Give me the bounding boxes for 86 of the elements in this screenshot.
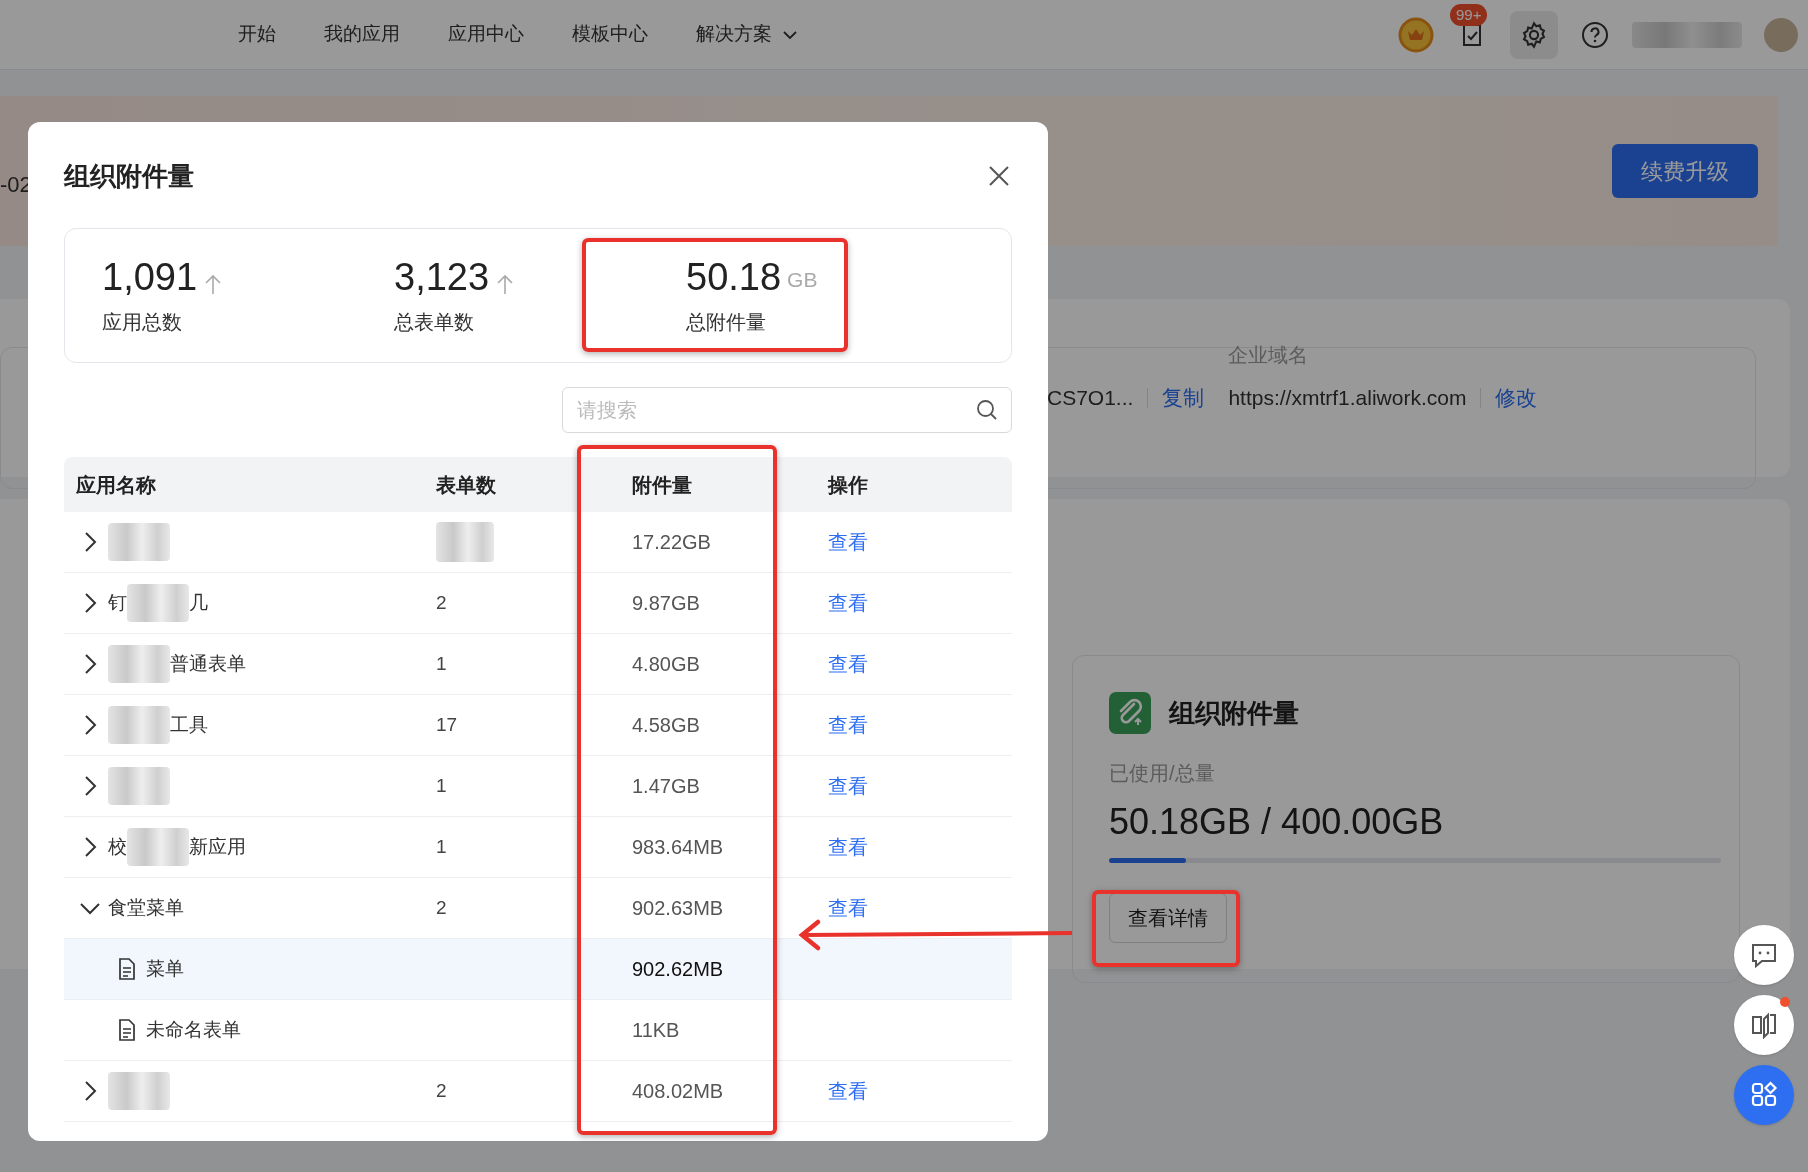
- table-cell: 17: [436, 713, 458, 735]
- table-cell: 4.80GB: [632, 653, 700, 675]
- app-name: 钉: [108, 590, 127, 615]
- paperclip-icon: [1109, 692, 1151, 734]
- nav-item[interactable]: 解决方案: [696, 20, 800, 49]
- domain-text: https://xmtrf1.aliwork.com: [1228, 385, 1467, 411]
- pixelated-redaction: [108, 645, 170, 683]
- column-header: 操作: [826, 472, 869, 498]
- view-details-button[interactable]: 查看详情: [1109, 893, 1227, 943]
- close-icon[interactable]: [988, 165, 1010, 187]
- view-link[interactable]: 查看: [828, 531, 868, 553]
- nav-item[interactable]: 应用中心: [448, 20, 524, 49]
- table-cell: 902.62MB: [632, 958, 724, 980]
- edit-link[interactable]: 修改: [1495, 382, 1538, 414]
- app-name: 食堂菜单: [108, 895, 184, 920]
- pixelated-redaction: [108, 706, 170, 744]
- pixelated-redaction: [127, 584, 189, 622]
- column-header: 附件量: [631, 472, 693, 498]
- card-title: 组织附件量: [1169, 696, 1299, 730]
- app-name: 几: [189, 590, 208, 615]
- chat-icon: [1750, 941, 1778, 969]
- table-cell: 1: [436, 652, 447, 674]
- field-label: 企业域名: [1228, 343, 1310, 368]
- document-icon: [118, 1019, 136, 1041]
- view-link[interactable]: 查看: [828, 653, 868, 675]
- stat-label: 总表单数: [394, 310, 475, 335]
- table-cell: 1.47GB: [632, 775, 700, 797]
- stat-value: 50.18: [686, 255, 782, 299]
- stat-label: 总附件量: [686, 310, 767, 335]
- chat-button[interactable]: [1734, 925, 1794, 985]
- app-name: 校: [108, 834, 127, 859]
- table-cell: 1: [436, 835, 447, 857]
- document-icon: [118, 958, 136, 980]
- app-name: 普通表单: [170, 651, 246, 676]
- search-field[interactable]: 请搜索: [562, 387, 1012, 433]
- gear-icon: [1520, 20, 1548, 49]
- stat-value: 1,091: [102, 255, 198, 299]
- view-link[interactable]: 查看: [828, 836, 868, 858]
- id-value: CS7O1...: [1047, 385, 1134, 411]
- table-cell: 902.63MB: [632, 897, 724, 919]
- stat-unit: GB: [787, 266, 818, 293]
- table-row[interactable]: 菜单 902.62MB: [64, 939, 1012, 1000]
- table-cell: 2: [436, 896, 447, 918]
- table-cell: 1: [436, 774, 447, 796]
- view-link[interactable]: 查看: [828, 897, 868, 919]
- notification-badge: 99+: [1450, 4, 1488, 26]
- view-link[interactable]: 查看: [828, 714, 868, 736]
- pixelated-redaction: [108, 767, 170, 805]
- stat-value: 3,123: [394, 255, 490, 299]
- modal-title: 组织附件量: [64, 159, 194, 193]
- app-name: 新应用: [189, 834, 246, 859]
- apps-icon: [1750, 1081, 1778, 1109]
- pixelated-redaction: [108, 1072, 170, 1110]
- stat-label: 应用总数: [102, 310, 183, 335]
- usage-reading: 50.18GB / 400.00GB: [1109, 800, 1445, 844]
- column-header: 表单数: [435, 472, 497, 498]
- table-cell: 2: [436, 1079, 447, 1101]
- help-icon[interactable]: [1580, 19, 1610, 50]
- copy-link[interactable]: 复制: [1162, 382, 1205, 414]
- book-icon: [1750, 1011, 1778, 1039]
- nav-item[interactable]: 模板中心: [572, 20, 648, 49]
- pixelated-redaction: [108, 523, 170, 561]
- pixelated-redaction: [127, 828, 189, 866]
- table-cell: 2: [436, 591, 447, 613]
- nav-item[interactable]: 开始: [238, 20, 276, 49]
- table-cell: 9.87GB: [632, 592, 700, 614]
- app-name: 未命名表单: [146, 1017, 241, 1042]
- search-icon[interactable]: [976, 399, 998, 421]
- view-link[interactable]: 查看: [828, 775, 868, 797]
- crown-icon[interactable]: [1398, 16, 1434, 53]
- table-cell: 11KB: [632, 1019, 680, 1041]
- usage-label: 已使用/总量: [1109, 761, 1216, 786]
- guide-button[interactable]: [1734, 995, 1794, 1055]
- table-cell: 17.22GB: [632, 531, 711, 553]
- view-link[interactable]: 查看: [828, 1080, 868, 1102]
- app-name: 工具: [170, 712, 208, 737]
- column-header: 应用名称: [75, 472, 157, 498]
- table-cell: 983.64MB: [632, 836, 724, 858]
- nav-item[interactable]: 我的应用: [324, 20, 400, 49]
- view-link[interactable]: 查看: [828, 592, 868, 614]
- renew-button[interactable]: 续费升级: [1612, 144, 1758, 198]
- table-cell: 408.02MB: [632, 1080, 724, 1102]
- settings-button[interactable]: [1510, 10, 1558, 59]
- table-cell: 4.58GB: [632, 714, 700, 736]
- apps-button[interactable]: [1734, 1065, 1794, 1125]
- app-name: 菜单: [146, 956, 184, 981]
